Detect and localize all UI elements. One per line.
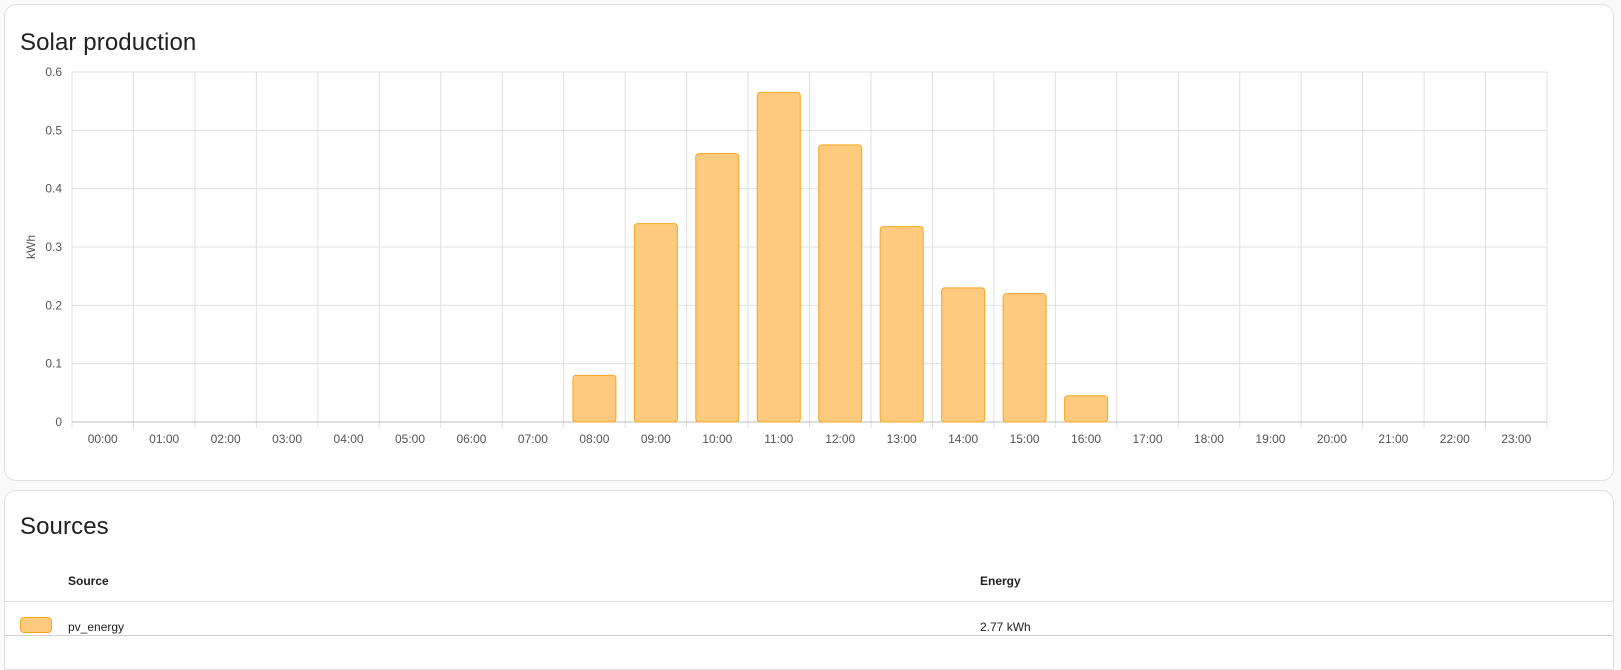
bar-1100 xyxy=(756,91,801,423)
y-tick-label: 0.6 xyxy=(45,65,62,79)
x-tick-label: 15:00 xyxy=(1010,432,1040,446)
x-tick-label: 18:00 xyxy=(1194,432,1224,446)
y-tick-label: 0 xyxy=(55,415,62,429)
series-color-swatch-icon xyxy=(20,617,52,633)
y-tick-label: 0.4 xyxy=(45,182,62,196)
table-header: Source Energy xyxy=(5,574,1613,600)
table-row[interactable]: pv_energy 2.77 kWh xyxy=(5,605,1613,657)
y-tick-label: 0.2 xyxy=(45,298,62,312)
bar-1000 xyxy=(695,153,740,423)
x-tick-label: 13:00 xyxy=(887,432,917,446)
column-header-energy[interactable]: Energy xyxy=(980,574,1021,588)
x-tick-label: 07:00 xyxy=(518,432,548,446)
bar-1300 xyxy=(879,226,924,423)
column-header-source[interactable]: Source xyxy=(68,574,109,588)
x-tick-label: 14:00 xyxy=(948,432,978,446)
bar-0900 xyxy=(633,223,678,423)
sources-card: Sources Source Energy pv_energy 2.77 kWh xyxy=(4,490,1614,670)
card-title: Sources xyxy=(20,513,109,540)
bar-1200 xyxy=(818,144,863,423)
x-tick-label: 04:00 xyxy=(334,432,364,446)
x-tick-label: 23:00 xyxy=(1501,432,1531,446)
x-tick-label: 19:00 xyxy=(1255,432,1285,446)
x-tick-label: 08:00 xyxy=(579,432,609,446)
x-tick-label: 20:00 xyxy=(1317,432,1347,446)
x-tick-label: 05:00 xyxy=(395,432,425,446)
x-tick-label: 06:00 xyxy=(456,432,486,446)
source-energy: 2.77 kWh xyxy=(980,620,1031,634)
x-tick-label: 16:00 xyxy=(1071,432,1101,446)
solar-production-chart: 0 0.1 0.2 0.3 0.4 0.5 0.6 kWh 00:00 01:00 02:00 03:… xyxy=(24,65,1548,446)
y-tick-label: 0.3 xyxy=(45,240,62,254)
y-axis-label: kWh xyxy=(24,235,38,259)
x-tick-label: 03:00 xyxy=(272,432,302,446)
x-tick-label: 00:00 xyxy=(88,432,118,446)
bar-0800 xyxy=(572,374,617,423)
header-divider xyxy=(5,601,1613,602)
x-tick-label: 09:00 xyxy=(641,432,671,446)
row-divider xyxy=(5,635,1613,636)
x-tick-label: 10:00 xyxy=(702,432,732,446)
bar-1400 xyxy=(941,287,986,423)
x-tick-label: 01:00 xyxy=(149,432,179,446)
x-tick-label: 02:00 xyxy=(211,432,241,446)
y-tick-label: 0.5 xyxy=(45,123,62,137)
x-tick-label: 11:00 xyxy=(764,432,793,446)
x-tick-label: 21:00 xyxy=(1378,432,1408,446)
x-tick-label: 17:00 xyxy=(1133,432,1163,446)
bar-1600 xyxy=(1064,395,1109,423)
y-tick-label: 0.1 xyxy=(45,357,62,371)
x-tick-label: 22:00 xyxy=(1440,432,1470,446)
solar-production-card: Solar production 0 0.1 0.2 0.3 0.4 0.5 0.6 kWh 0… xyxy=(4,4,1614,481)
x-tick-label: 12:00 xyxy=(825,432,855,446)
bar-1500 xyxy=(1002,293,1047,423)
source-name: pv_energy xyxy=(68,620,125,634)
